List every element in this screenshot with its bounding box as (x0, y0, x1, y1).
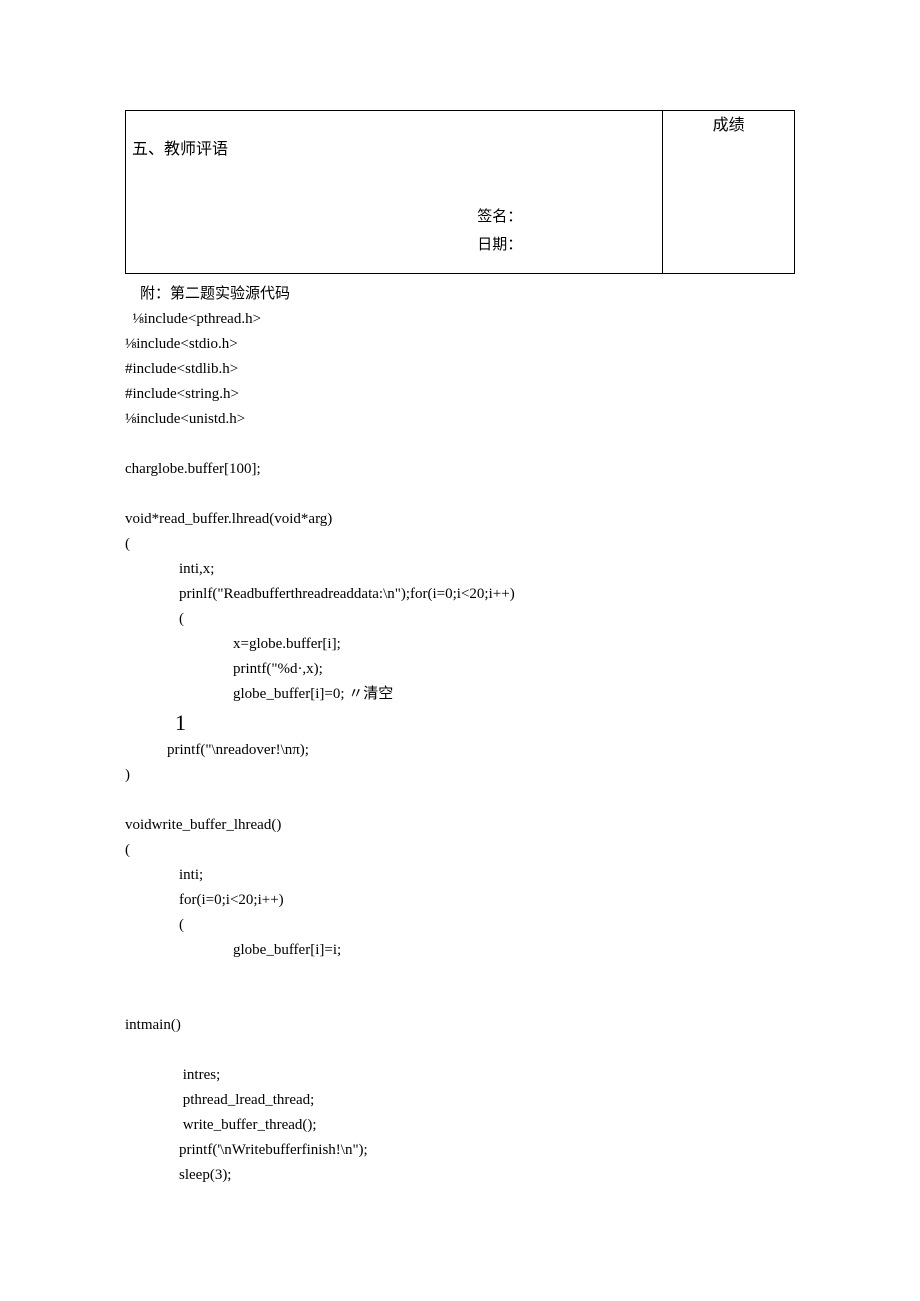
code-line: ⅛include<unistd.h> (125, 407, 795, 432)
code-line: ⅛include<pthread.h> (125, 307, 795, 332)
code-line: ⅛include<stdio.h> (125, 332, 795, 357)
code-line: ( (125, 913, 795, 938)
code-line: for(i=0;i<20;i++) (125, 888, 795, 913)
code-line: x=globe.buffer[i]; (125, 632, 795, 657)
code-line: 1 (125, 707, 795, 738)
signature-label: 签名： (126, 203, 522, 231)
section-title: 五、教师评语 (126, 111, 662, 167)
sign-block: 签名： 日期： (126, 167, 662, 273)
code-line: globe_buffer[i]=0; 〃清空 (125, 682, 795, 707)
code-line: ( (125, 532, 795, 557)
teacher-comment-table: 五、教师评语 签名： 日期： 成绩 (125, 110, 795, 274)
code-line: intmain() (125, 1013, 795, 1038)
code-line: #include<stdlib.h> (125, 357, 795, 382)
grade-label: 成绩 (713, 117, 745, 134)
code-line: charglobe.buffer[100]; (125, 457, 795, 482)
code-line: write_buffer_thread(); (125, 1113, 795, 1138)
code-line: intres; (125, 1063, 795, 1088)
code-line: #include<string.h> (125, 382, 795, 407)
code-line: prinlf("Readbufferthreadreaddata:\n");fo… (125, 582, 795, 607)
attachment-title: 附：第二题实验源代码 (125, 282, 795, 307)
comment-cell: 五、教师评语 签名： 日期： (126, 111, 663, 274)
code-line: inti; (125, 863, 795, 888)
code-block: 附：第二题实验源代码 ⅛include<pthread.h> ⅛include<… (125, 274, 795, 1188)
code-line: void*read_buffer.lhread(void*arg) (125, 507, 795, 532)
code-line: pthread_lread_thread; (125, 1088, 795, 1113)
code-line: globe_buffer[i]=i; (125, 938, 795, 963)
grade-cell: 成绩 (663, 111, 795, 274)
code-line: printf("\nreadover!\nπ); (125, 738, 795, 763)
code-line: inti,x; (125, 557, 795, 582)
code-line: printf('\nWritebufferfinish!\n"); (125, 1138, 795, 1163)
date-label: 日期： (126, 231, 522, 259)
code-line: ( (125, 607, 795, 632)
code-line: printf("%d·,x); (125, 657, 795, 682)
code-line: sleep(3); (125, 1163, 795, 1188)
code-line: ) (125, 763, 795, 788)
code-line: ( (125, 838, 795, 863)
code-line: voidwrite_buffer_lhread() (125, 813, 795, 838)
